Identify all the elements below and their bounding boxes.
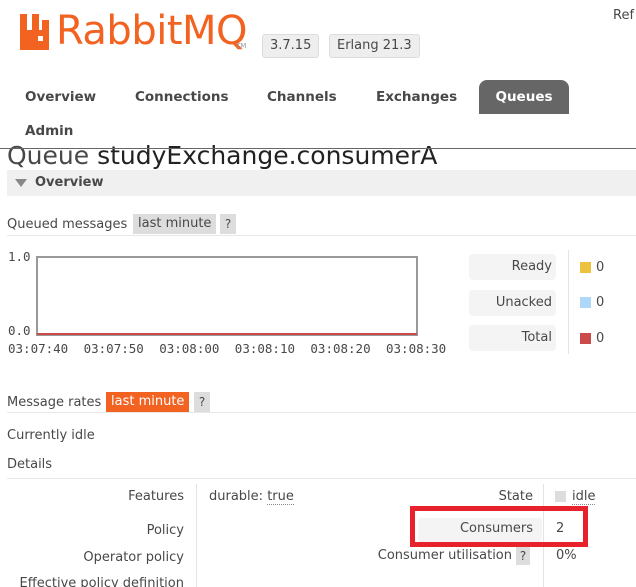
logo-trademark: TM (236, 42, 247, 50)
legend-unacked-label: Unacked (469, 290, 556, 316)
features-value: durable: true (209, 489, 294, 505)
effective-policy-label: Effective policy definition (19, 576, 184, 587)
policy-label: Policy (146, 523, 184, 538)
consumer-utilisation-value: 0% (556, 548, 577, 563)
consumers-highlight-annotation (410, 506, 588, 547)
operator-policy-label: Operator policy (83, 550, 184, 565)
queued-messages-help-button[interactable]: ? (220, 214, 236, 234)
queued-messages-label: Queued messages (7, 217, 128, 232)
legend-unacked-value: 0 (596, 295, 605, 310)
erlang-badge: Erlang 21.3 (329, 34, 420, 58)
details-column-divider-left (196, 484, 197, 587)
legend-ready-label: Ready (469, 254, 556, 280)
legend-ready-swatch[interactable] (580, 262, 591, 273)
state-indicator-icon (555, 491, 566, 502)
x-tick-label: 03:08:20 (310, 341, 370, 356)
section-overview-label: Overview (35, 175, 104, 190)
details-label: Details (7, 457, 53, 472)
message-rates-help-button[interactable]: ? (194, 392, 210, 412)
legend-total-value: 0 (596, 331, 605, 346)
page-title-queue-name: studyExchange.consumerA (97, 141, 438, 170)
legend-ready-value: 0 (596, 260, 605, 275)
state-label: State (498, 489, 533, 504)
tab-connections[interactable]: Connections (135, 80, 229, 114)
x-tick-label: 03:08:30 (386, 341, 446, 356)
legend-total-label: Total (469, 325, 556, 351)
features-label: Features (128, 489, 184, 504)
tab-exchanges[interactable]: Exchanges (376, 80, 457, 114)
y-tick-label: 1.0 (8, 249, 31, 264)
details-divider (7, 478, 636, 479)
tab-channels[interactable]: Channels (267, 80, 337, 114)
x-tick-label: 03:08:00 (159, 341, 219, 356)
x-tick-label: 03:08:10 (235, 341, 295, 356)
nav-divider (0, 148, 636, 149)
x-tick-label: 03:07:40 (8, 341, 68, 356)
message-rates-range-button[interactable]: last minute (106, 392, 190, 412)
legend-unacked-swatch[interactable] (580, 297, 591, 308)
tab-queues[interactable]: Queues (479, 80, 569, 114)
version-badge: 3.7.15 (262, 34, 320, 58)
consumer-utilisation-label: Consumer utilisation (377, 548, 512, 563)
state-value: idle (572, 489, 596, 505)
message-rates-divider (7, 412, 636, 413)
consumer-utilisation-help-button[interactable]: ? (516, 547, 530, 565)
queued-messages-divider (7, 235, 636, 236)
features-key: durable: (209, 489, 264, 504)
y-tick-label: 0.0 (8, 323, 31, 338)
chart-plot-area (36, 256, 418, 336)
features-durable-value: true (267, 489, 294, 505)
message-rates-status: Currently idle (7, 428, 95, 443)
x-tick-label: 03:07:50 (84, 341, 144, 356)
collapse-triangle-icon (15, 179, 27, 187)
section-overview-header[interactable]: Overview (7, 170, 636, 196)
refresh-link[interactable]: Ref (613, 8, 634, 23)
logo-text[interactable]: RabbitMQ (56, 8, 248, 54)
queued-messages-chart: 1.0 0.0 03:07:40 03:07:50 03:08:00 03:08:10 03… (8, 249, 446, 356)
message-rates-label: Message rates (7, 395, 102, 410)
page-title: Queue studyExchange.consumerA (7, 141, 437, 171)
rabbitmq-logo-icon (20, 14, 49, 50)
legend-total-swatch[interactable] (580, 333, 591, 344)
page-title-prefix: Queue (7, 141, 90, 170)
tab-overview[interactable]: Overview (25, 80, 96, 114)
queued-messages-range-button[interactable]: last minute (133, 214, 217, 234)
legend-divider (568, 250, 569, 354)
